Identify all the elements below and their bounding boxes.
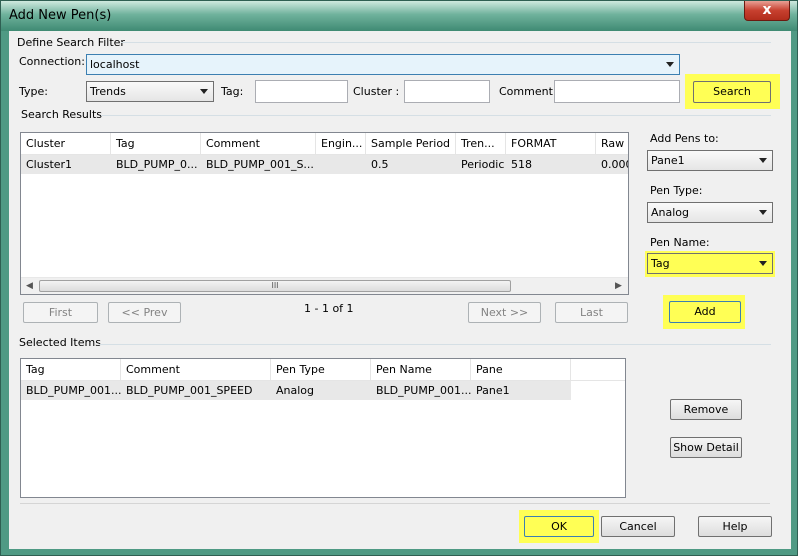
help-button[interactable]: Help	[698, 516, 772, 537]
selected-row-tag: BLD_PUMP_001...	[26, 384, 121, 397]
chevron-down-icon	[200, 89, 208, 94]
footer-divider	[20, 503, 770, 504]
selected-col-pen-type[interactable]: Pen Type	[271, 359, 371, 381]
connection-label: Connection:	[19, 55, 85, 68]
selected-col-pen-name[interactable]: Pen Name	[371, 359, 471, 381]
page-info: 1 - 1 of 1	[304, 302, 354, 315]
search-button[interactable]: Search	[693, 81, 771, 103]
results-col-tag[interactable]: Tag	[111, 133, 201, 155]
pen-type-select[interactable]: Analog	[647, 202, 773, 223]
results-col-engineering[interactable]: Engin...	[316, 133, 366, 155]
pen-name-value: Tag	[651, 257, 670, 270]
scroll-grip-icon: III	[271, 281, 279, 290]
group-divider	[101, 115, 771, 116]
scroll-right-icon[interactable]: ▶	[615, 281, 622, 291]
next-button[interactable]: Next >>	[468, 302, 541, 323]
connection-value: localhost	[90, 58, 140, 71]
type-label: Type:	[19, 85, 48, 98]
selected-row-comment: BLD_PUMP_001_SPEED	[126, 384, 253, 397]
first-button[interactable]: First	[23, 302, 98, 323]
comment-input[interactable]	[554, 80, 680, 103]
group-divider	[99, 344, 771, 345]
close-icon: x	[762, 2, 772, 18]
type-select[interactable]: Trends	[86, 81, 214, 102]
row-comment: BLD_PUMP_001_S...	[206, 158, 314, 171]
title-bar[interactable]: Add New Pen(s) x	[1, 1, 797, 31]
search-filter-group-label: Define Search Filter	[17, 36, 125, 49]
results-col-format[interactable]: FORMAT	[506, 133, 596, 155]
row-cluster: Cluster1	[26, 158, 73, 171]
row-engineering	[316, 155, 366, 174]
close-button[interactable]: x	[744, 1, 790, 21]
row-sample-period: 0.5	[371, 158, 389, 171]
chevron-down-icon	[759, 210, 767, 215]
chevron-down-icon	[666, 62, 674, 67]
row-raw: 0.000	[601, 158, 628, 171]
row-tag: BLD_PUMP_0...	[116, 158, 198, 171]
remove-button[interactable]: Remove	[670, 399, 742, 420]
ok-button[interactable]: OK	[524, 516, 594, 537]
group-divider	[121, 42, 771, 43]
cancel-button[interactable]: Cancel	[601, 516, 675, 537]
results-header: Cluster Tag Comment Engin... Sample Peri…	[21, 133, 628, 155]
row-format: 518	[511, 158, 532, 171]
dialog-client: Define Search Filter Connection: localho…	[9, 31, 791, 549]
type-value: Trends	[90, 85, 126, 98]
selected-items-group-label: Selected Items	[19, 336, 101, 349]
tag-input[interactable]	[255, 80, 348, 103]
connection-select[interactable]: localhost	[86, 54, 680, 75]
scroll-left-icon[interactable]: ◀	[26, 281, 33, 291]
prev-button[interactable]: << Prev	[108, 302, 181, 323]
comment-label: Comment:	[499, 85, 557, 98]
search-results-group-label: Search Results	[21, 108, 103, 121]
tag-label: Tag:	[221, 85, 244, 98]
results-col-comment[interactable]: Comment	[201, 133, 316, 155]
chevron-down-icon	[759, 261, 767, 266]
selected-header: Tag Comment Pen Type Pen Name Pane	[21, 359, 625, 381]
table-row[interactable]: BLD_PUMP_001... BLD_PUMP_001_SPEED Analo…	[21, 381, 571, 400]
window-title: Add New Pen(s)	[9, 8, 112, 23]
pen-name-label: Pen Name:	[650, 236, 710, 249]
pen-type-value: Analog	[651, 206, 690, 219]
selected-col-tag[interactable]: Tag	[21, 359, 121, 381]
results-col-cluster[interactable]: Cluster	[21, 133, 111, 155]
row-trend: Periodic	[461, 158, 505, 171]
cluster-label: Cluster :	[353, 85, 400, 98]
pen-name-select[interactable]: Tag	[647, 253, 773, 274]
selected-items-grid[interactable]: Tag Comment Pen Type Pen Name Pane BLD_P…	[20, 358, 626, 498]
search-results-grid[interactable]: Cluster Tag Comment Engin... Sample Peri…	[20, 132, 629, 295]
add-pens-to-value: Pane1	[651, 154, 685, 167]
scroll-thumb[interactable]: III	[39, 280, 511, 292]
dialog-window: Add New Pen(s) x Define Search Filter Co…	[0, 0, 798, 556]
selected-row-pane: Pane1	[476, 384, 510, 397]
last-button[interactable]: Last	[555, 302, 628, 323]
add-pens-to-label: Add Pens to:	[650, 132, 719, 145]
add-button[interactable]: Add	[669, 301, 741, 323]
show-detail-button[interactable]: Show Detail	[670, 437, 742, 458]
selected-row-pen-name: BLD_PUMP_001...	[376, 384, 471, 397]
pen-type-label: Pen Type:	[650, 184, 703, 197]
cluster-input[interactable]	[404, 80, 490, 103]
results-col-raw[interactable]: Raw	[596, 133, 628, 155]
table-row[interactable]: Cluster1 BLD_PUMP_0... BLD_PUMP_001_S...…	[21, 155, 628, 174]
selected-col-pane[interactable]: Pane	[471, 359, 571, 381]
chevron-down-icon	[759, 158, 767, 163]
results-col-sample-period[interactable]: Sample Period	[366, 133, 456, 155]
horizontal-scrollbar[interactable]: ◀ III ▶	[21, 277, 628, 294]
results-col-trend[interactable]: Tren...	[456, 133, 506, 155]
add-pens-to-select[interactable]: Pane1	[647, 150, 773, 171]
selected-col-comment[interactable]: Comment	[121, 359, 271, 381]
selected-row-pen-type: Analog	[276, 384, 315, 397]
